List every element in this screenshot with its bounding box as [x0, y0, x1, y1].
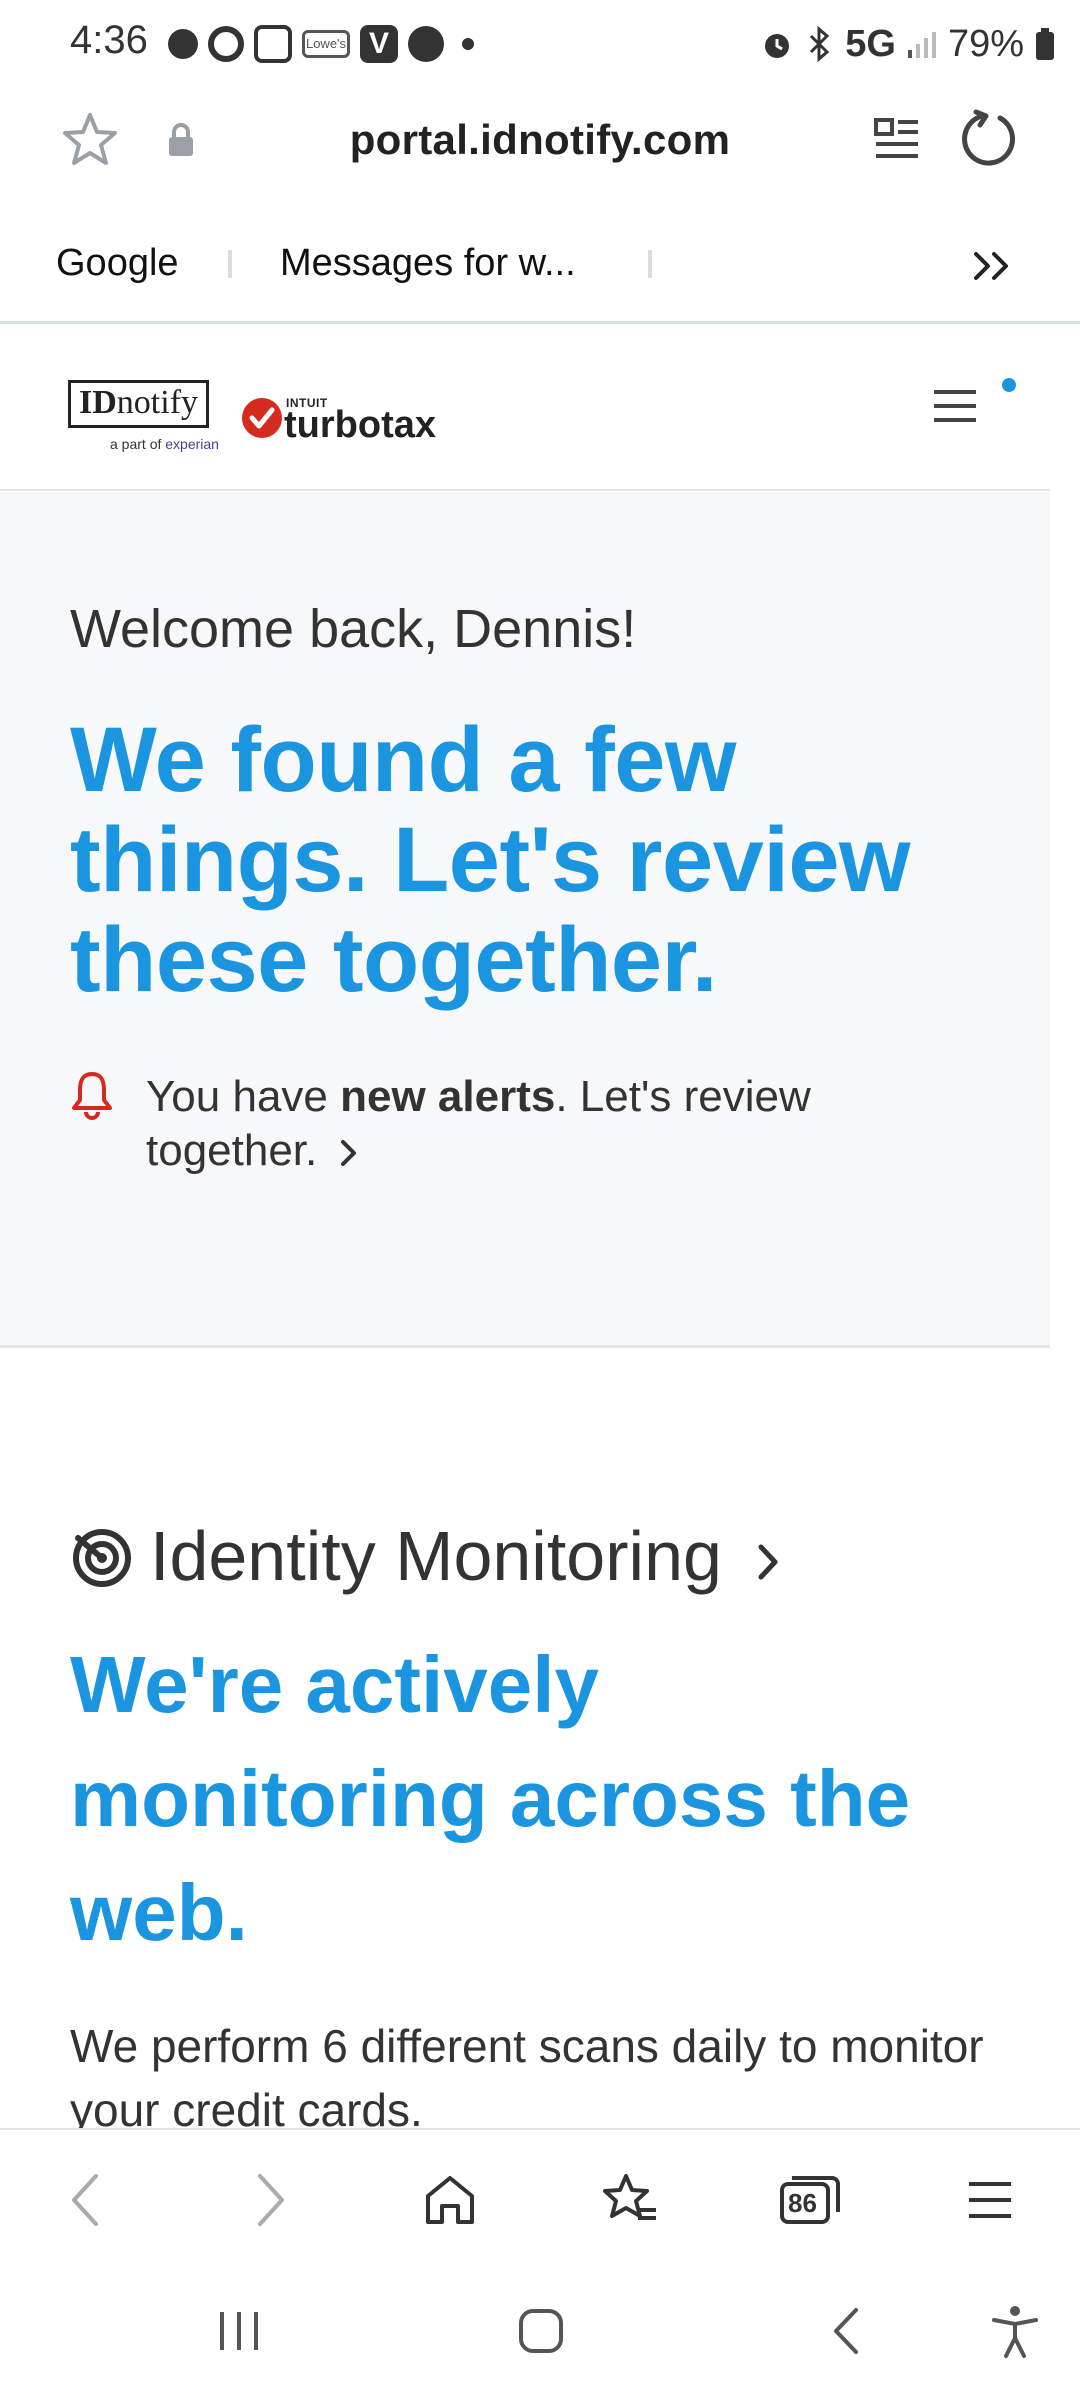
accessibility-icon[interactable] — [990, 2304, 1040, 2360]
lowes-icon: Lowe's — [302, 30, 350, 58]
monitoring-body: We perform 6 different scans daily to mo… — [70, 2020, 984, 2136]
recent-apps-icon[interactable] — [214, 2308, 264, 2354]
idnotify-logo[interactable]: IDnotify — [68, 380, 210, 428]
back-button[interactable] — [46, 2160, 126, 2240]
turbotax-check-icon — [242, 398, 282, 438]
v-icon: V — [360, 25, 398, 63]
bookmarks-button[interactable] — [590, 2160, 670, 2240]
more-bookmarks-icon[interactable] — [970, 248, 1014, 284]
paramount-icon — [168, 29, 198, 59]
experian-tagline: a part of experian — [110, 436, 219, 452]
welcome-text: Welcome back, Dennis! — [70, 599, 637, 659]
refresh-icon[interactable] — [960, 108, 1020, 168]
bookmark-separator — [228, 250, 232, 278]
browser-menu-button[interactable] — [950, 2160, 1030, 2240]
tabs-button[interactable]: 86 — [770, 2160, 850, 2240]
browser-toolbar: 86 — [0, 2128, 1080, 2264]
bell-icon — [72, 1072, 112, 1120]
bookmarks-bar: Google Messages for w... — [0, 220, 1080, 324]
chevron-right-icon — [340, 1140, 356, 1167]
radar-icon — [73, 1529, 131, 1587]
monitoring-headline: We're actively monitoring across the web… — [70, 1640, 911, 1957]
address-bar: portal.idnotify.com — [0, 92, 1080, 192]
status-time: 4:36 — [70, 18, 148, 62]
reader-mode-icon[interactable] — [872, 114, 922, 166]
network-type: 5G — [845, 22, 896, 65]
bookmark-google[interactable]: Google — [56, 242, 179, 285]
chevron-right-icon — [758, 1544, 778, 1580]
bookmark-separator — [648, 250, 652, 278]
hero-section: Welcome back, Dennis! We found a few thi… — [0, 492, 1050, 1348]
status-bar: 4:36 Lowe's V 5G 79% — [0, 0, 1080, 90]
bluetooth-icon — [810, 26, 830, 62]
alert-text[interactable]: You have new alerts. Let's review togeth… — [146, 1070, 966, 1178]
hero-headline: We found a few things. Let's review thes… — [70, 709, 911, 1011]
identity-monitoring-section: Identity Monitoring We're actively monit… — [0, 1350, 1080, 2136]
alarm-icon — [765, 34, 790, 58]
more-dot-icon — [462, 38, 474, 50]
home-button[interactable] — [410, 2160, 490, 2240]
forward-button[interactable] — [230, 2160, 310, 2240]
menu-icon — [969, 2182, 1011, 2218]
hamburger-menu-icon[interactable] — [930, 386, 980, 426]
tab-count: 86 — [788, 2188, 817, 2218]
square-app-icon — [254, 25, 292, 63]
chevron-left-icon — [72, 2174, 98, 2226]
bookmark-messages[interactable]: Messages for w... — [280, 242, 576, 285]
battery-icon — [1036, 28, 1054, 60]
circle-app-icon — [208, 26, 244, 62]
system-navigation-bar — [0, 2264, 1080, 2400]
home-nav-icon[interactable] — [516, 2306, 566, 2356]
back-nav-icon[interactable] — [826, 2304, 866, 2358]
facebook-icon — [408, 26, 444, 62]
star-list-icon — [603, 2174, 656, 2220]
identity-monitoring-title[interactable]: Identity Monitoring — [150, 1516, 783, 1596]
site-header: IDnotify a part of experian INTUIT turbo… — [0, 326, 1050, 491]
chevron-right-icon — [258, 2174, 284, 2226]
notification-icons: Lowe's V — [168, 22, 474, 66]
battery-percent: 79% — [947, 22, 1024, 65]
menu-notification-dot — [1002, 378, 1016, 392]
signal-icon — [907, 32, 936, 58]
turbotax-logo[interactable]: turbotax — [284, 404, 436, 447]
home-icon — [426, 2176, 474, 2224]
system-status-icons: 5G 79% — [759, 22, 1056, 66]
